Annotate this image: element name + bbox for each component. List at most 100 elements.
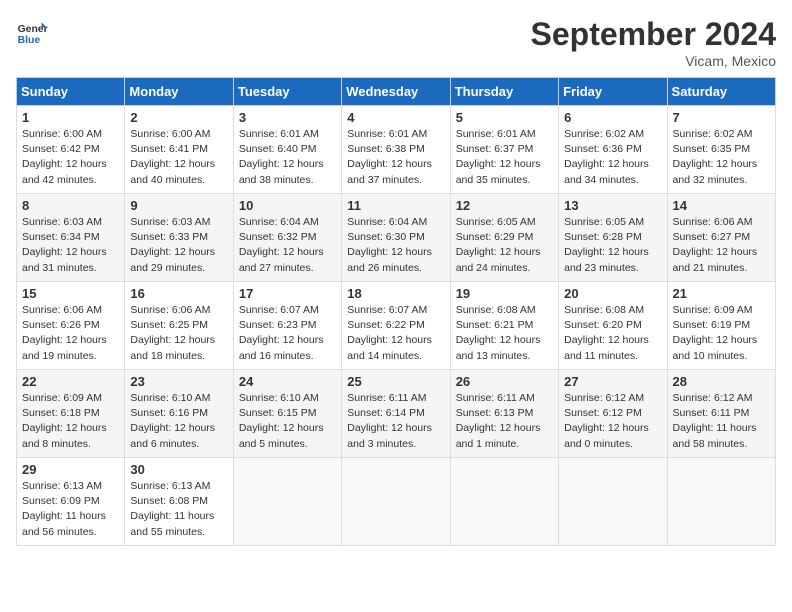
day-number: 19	[456, 286, 553, 301]
day-info: Sunrise: 6:01 AMSunset: 6:38 PMDaylight:…	[347, 127, 444, 188]
calendar-cell: 12 Sunrise: 6:05 AMSunset: 6:29 PMDayligh…	[450, 194, 558, 282]
day-info: Sunrise: 6:11 AMSunset: 6:14 PMDaylight:…	[347, 391, 444, 452]
calendar-row: 15Sunrise: 6:06 AMSunset: 6:26 PMDayligh…	[17, 282, 776, 370]
day-info: Sunrise: 6:12 AMSunset: 6:12 PMDaylight:…	[564, 391, 661, 452]
col-saturday: Saturday	[667, 78, 775, 106]
day-info: Sunrise: 6:02 AMSunset: 6:35 PMDaylight:…	[673, 127, 770, 188]
day-info: Sunrise: 6:12 AMSunset: 6:11 PMDaylight:…	[673, 391, 770, 452]
calendar-cell: 15Sunrise: 6:06 AMSunset: 6:26 PMDayligh…	[17, 282, 125, 370]
location: Vicam, Mexico	[531, 53, 776, 69]
day-info: Sunrise: 6:05 AMSunset: 6:28 PMDaylight:…	[564, 215, 661, 276]
calendar-cell: 21 Sunrise: 6:09 AMSunset: 6:19 PMDayligh…	[667, 282, 775, 370]
header-row: Sunday Monday Tuesday Wednesday Thursday…	[17, 78, 776, 106]
calendar-cell	[667, 458, 775, 546]
col-wednesday: Wednesday	[342, 78, 450, 106]
day-number: 5	[456, 110, 553, 125]
day-number: 24	[239, 374, 336, 389]
day-number: 3	[239, 110, 336, 125]
calendar-cell: 17 Sunrise: 6:07 AMSunset: 6:23 PMDayligh…	[233, 282, 341, 370]
day-number: 4	[347, 110, 444, 125]
day-info: Sunrise: 6:13 AMSunset: 6:09 PMDaylight:…	[22, 479, 119, 540]
day-number: 21	[673, 286, 770, 301]
day-info: Sunrise: 6:00 AMSunset: 6:42 PMDaylight:…	[22, 127, 119, 188]
day-info: Sunrise: 6:05 AMSunset: 6:29 PMDaylight:…	[456, 215, 553, 276]
calendar-cell: 14 Sunrise: 6:06 AMSunset: 6:27 PMDayligh…	[667, 194, 775, 282]
day-number: 6	[564, 110, 661, 125]
calendar-cell: 26Sunrise: 6:11 AMSunset: 6:13 PMDayligh…	[450, 370, 558, 458]
day-number: 8	[22, 198, 119, 213]
calendar-cell: 22 Sunrise: 6:09 AMSunset: 6:18 PMDayligh…	[17, 370, 125, 458]
day-info: Sunrise: 6:01 AMSunset: 6:37 PMDaylight:…	[456, 127, 553, 188]
calendar-row: 29Sunrise: 6:13 AMSunset: 6:09 PMDayligh…	[17, 458, 776, 546]
day-number: 14	[673, 198, 770, 213]
day-number: 1	[22, 110, 119, 125]
calendar-row: 1 Sunrise: 6:00 AMSunset: 6:42 PMDaylight…	[17, 106, 776, 194]
calendar-cell: 13 Sunrise: 6:05 AMSunset: 6:28 PMDayligh…	[559, 194, 667, 282]
day-info: Sunrise: 6:07 AMSunset: 6:23 PMDaylight:…	[239, 303, 336, 364]
calendar-cell: 20 Sunrise: 6:08 AMSunset: 6:20 PMDayligh…	[559, 282, 667, 370]
header: General Blue September 2024 Vicam, Mexic…	[16, 16, 776, 69]
col-monday: Monday	[125, 78, 233, 106]
col-thursday: Thursday	[450, 78, 558, 106]
calendar-cell: 8 Sunrise: 6:03 AMSunset: 6:34 PMDaylight…	[17, 194, 125, 282]
day-info: Sunrise: 6:03 AMSunset: 6:34 PMDaylight:…	[22, 215, 119, 276]
day-number: 23	[130, 374, 227, 389]
day-info: Sunrise: 6:06 AMSunset: 6:27 PMDaylight:…	[673, 215, 770, 276]
calendar-cell: 9Sunrise: 6:03 AMSunset: 6:33 PMDaylight…	[125, 194, 233, 282]
calendar-cell: 7Sunrise: 6:02 AMSunset: 6:35 PMDaylight…	[667, 106, 775, 194]
day-number: 12	[456, 198, 553, 213]
day-info: Sunrise: 6:10 AMSunset: 6:15 PMDaylight:…	[239, 391, 336, 452]
logo: General Blue	[16, 16, 48, 48]
day-info: Sunrise: 6:09 AMSunset: 6:19 PMDaylight:…	[673, 303, 770, 364]
calendar-cell: 6 Sunrise: 6:02 AMSunset: 6:36 PMDaylight…	[559, 106, 667, 194]
calendar-row: 22 Sunrise: 6:09 AMSunset: 6:18 PMDayligh…	[17, 370, 776, 458]
day-info: Sunrise: 6:01 AMSunset: 6:40 PMDaylight:…	[239, 127, 336, 188]
calendar-cell: 29Sunrise: 6:13 AMSunset: 6:09 PMDayligh…	[17, 458, 125, 546]
calendar-cell: 3 Sunrise: 6:01 AMSunset: 6:40 PMDaylight…	[233, 106, 341, 194]
calendar-cell: 30 Sunrise: 6:13 AMSunset: 6:08 PMDayligh…	[125, 458, 233, 546]
day-number: 11	[347, 198, 444, 213]
calendar-cell: 28 Sunrise: 6:12 AMSunset: 6:11 PMDayligh…	[667, 370, 775, 458]
calendar-cell: 4 Sunrise: 6:01 AMSunset: 6:38 PMDaylight…	[342, 106, 450, 194]
month-title: September 2024	[531, 16, 776, 53]
day-info: Sunrise: 6:10 AMSunset: 6:16 PMDaylight:…	[130, 391, 227, 452]
day-number: 13	[564, 198, 661, 213]
day-number: 30	[130, 462, 227, 477]
day-info: Sunrise: 6:07 AMSunset: 6:22 PMDaylight:…	[347, 303, 444, 364]
day-info: Sunrise: 6:08 AMSunset: 6:20 PMDaylight:…	[564, 303, 661, 364]
day-info: Sunrise: 6:13 AMSunset: 6:08 PMDaylight:…	[130, 479, 227, 540]
calendar-table: Sunday Monday Tuesday Wednesday Thursday…	[16, 77, 776, 546]
day-number: 10	[239, 198, 336, 213]
day-number: 22	[22, 374, 119, 389]
day-number: 20	[564, 286, 661, 301]
calendar-cell: 11Sunrise: 6:04 AMSunset: 6:30 PMDayligh…	[342, 194, 450, 282]
calendar-cell: 19 Sunrise: 6:08 AMSunset: 6:21 PMDayligh…	[450, 282, 558, 370]
col-sunday: Sunday	[17, 78, 125, 106]
col-tuesday: Tuesday	[233, 78, 341, 106]
day-info: Sunrise: 6:08 AMSunset: 6:21 PMDaylight:…	[456, 303, 553, 364]
day-number: 17	[239, 286, 336, 301]
svg-text:Blue: Blue	[18, 35, 41, 46]
calendar-cell: 24 Sunrise: 6:10 AMSunset: 6:15 PMDayligh…	[233, 370, 341, 458]
calendar-cell: 25 Sunrise: 6:11 AMSunset: 6:14 PMDayligh…	[342, 370, 450, 458]
logo-icon: General Blue	[16, 16, 48, 48]
day-number: 25	[347, 374, 444, 389]
day-info: Sunrise: 6:04 AMSunset: 6:32 PMDaylight:…	[239, 215, 336, 276]
calendar-cell: 1 Sunrise: 6:00 AMSunset: 6:42 PMDaylight…	[17, 106, 125, 194]
calendar-cell: 27 Sunrise: 6:12 AMSunset: 6:12 PMDayligh…	[559, 370, 667, 458]
calendar-row: 8 Sunrise: 6:03 AMSunset: 6:34 PMDaylight…	[17, 194, 776, 282]
title-area: September 2024 Vicam, Mexico	[531, 16, 776, 69]
calendar-cell: 5 Sunrise: 6:01 AMSunset: 6:37 PMDaylight…	[450, 106, 558, 194]
day-info: Sunrise: 6:02 AMSunset: 6:36 PMDaylight:…	[564, 127, 661, 188]
day-info: Sunrise: 6:06 AMSunset: 6:25 PMDaylight:…	[130, 303, 227, 364]
day-number: 9	[130, 198, 227, 213]
day-number: 28	[673, 374, 770, 389]
day-info: Sunrise: 6:09 AMSunset: 6:18 PMDaylight:…	[22, 391, 119, 452]
calendar-cell	[233, 458, 341, 546]
calendar-cell	[559, 458, 667, 546]
day-number: 27	[564, 374, 661, 389]
day-number: 2	[130, 110, 227, 125]
calendar-cell: 2Sunrise: 6:00 AMSunset: 6:41 PMDaylight…	[125, 106, 233, 194]
day-number: 26	[456, 374, 553, 389]
calendar-cell	[342, 458, 450, 546]
